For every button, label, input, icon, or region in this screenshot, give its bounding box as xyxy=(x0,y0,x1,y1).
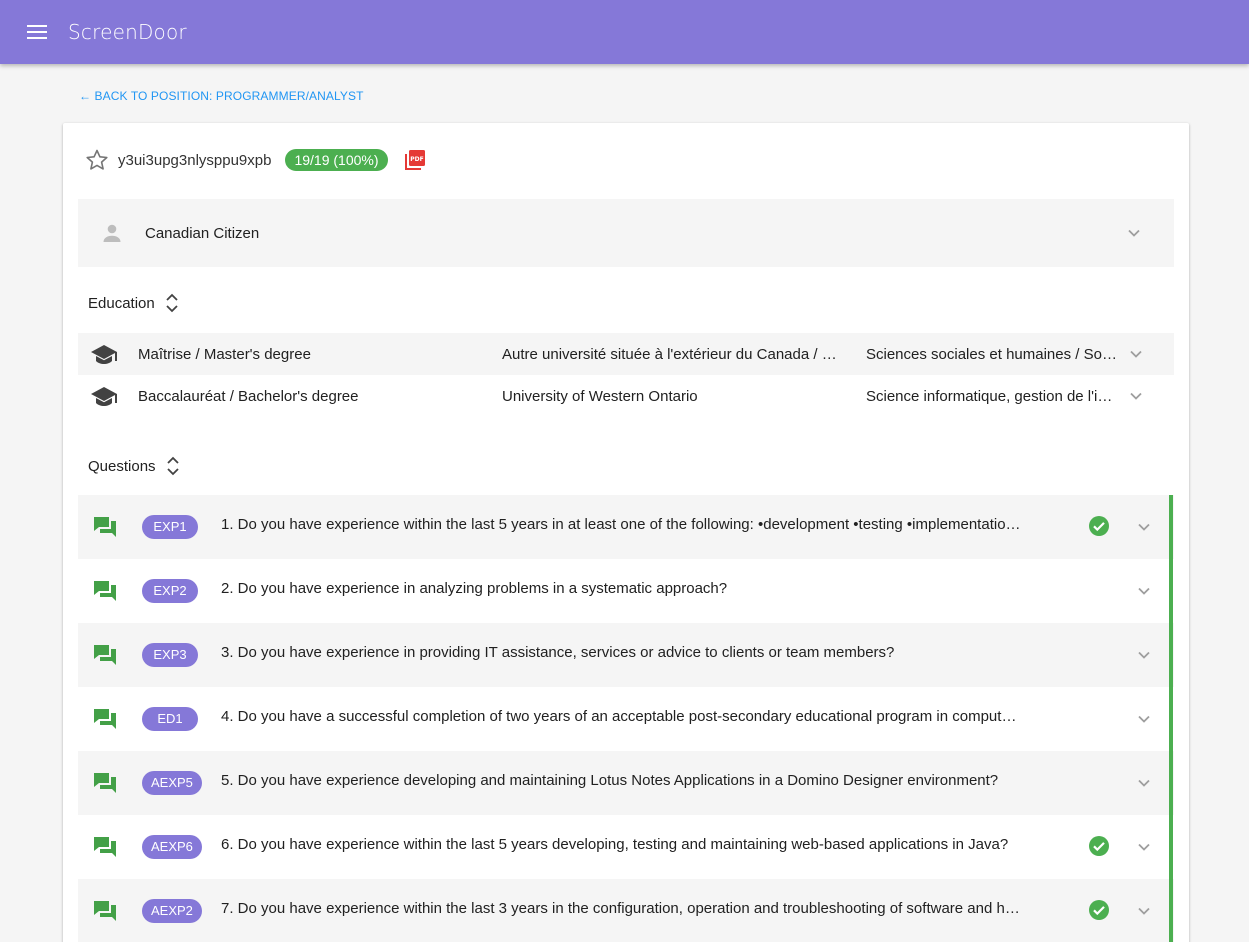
applicant-card: y3ui3upg3nlysppu9xpb 19/19 (100%) PDF Ca… xyxy=(63,123,1189,942)
question-row[interactable]: EXP1 1. Do you have experience within th… xyxy=(78,495,1174,559)
pdf-icon[interactable]: PDF xyxy=(404,149,426,171)
star-icon[interactable] xyxy=(85,148,109,172)
education-field: Sciences sociales et humaines / Social s… xyxy=(866,345,1118,363)
forum-icon xyxy=(94,901,116,921)
question-code-chip: EXP2 xyxy=(142,579,198,603)
education-institution: Autre université située à l'extérieur du… xyxy=(502,345,847,363)
chevron-down-icon[interactable] xyxy=(1134,709,1154,729)
applicant-id: y3ui3upg3nlysppu9xpb xyxy=(118,151,272,169)
app-logo[interactable]: ScreenDoor xyxy=(68,20,187,44)
education-section-title: Education xyxy=(88,292,181,314)
check-circle-icon xyxy=(1089,900,1109,920)
applicant-header: y3ui3upg3nlysppu9xpb 19/19 (100%) PDF xyxy=(85,147,426,173)
question-row[interactable]: AEXP2 7. Do you have experience within t… xyxy=(78,879,1174,942)
completion-indicator-bar xyxy=(1169,495,1173,942)
app-bar: ScreenDoor xyxy=(0,0,1249,64)
question-row[interactable]: ED1 4. Do you have a successful completi… xyxy=(78,687,1174,751)
chevron-down-icon[interactable] xyxy=(1134,517,1154,537)
check-circle-icon xyxy=(1089,836,1109,856)
question-row[interactable]: EXP3 3. Do you have experience in provid… xyxy=(78,623,1174,687)
question-code-chip: ED1 xyxy=(142,707,198,731)
question-text: 6. Do you have experience within the las… xyxy=(221,836,1009,853)
forum-icon xyxy=(94,837,116,857)
question-text: 2. Do you have experience in analyzing p… xyxy=(221,580,728,597)
forum-icon xyxy=(94,773,116,793)
question-text: 3. Do you have experience in providing I… xyxy=(221,644,895,661)
forum-icon xyxy=(94,517,116,537)
person-icon xyxy=(103,224,121,242)
question-code-chip: AEXP5 xyxy=(142,771,202,795)
citizenship-label: Canadian Citizen xyxy=(145,224,260,242)
chevron-down-icon[interactable] xyxy=(1126,386,1146,406)
chevron-down-icon[interactable] xyxy=(1134,773,1154,793)
chevron-down-icon[interactable] xyxy=(1134,645,1154,665)
question-text: 4. Do you have a successful completion o… xyxy=(221,708,1021,725)
citizenship-panel[interactable]: Canadian Citizen xyxy=(78,199,1174,267)
education-row[interactable]: Maîtrise / Master's degree Autre univers… xyxy=(78,333,1174,375)
question-code-chip: EXP3 xyxy=(142,643,198,667)
questions-section-title: Questions xyxy=(88,455,182,477)
graduation-cap-icon xyxy=(91,345,117,364)
forum-icon xyxy=(94,581,116,601)
education-row[interactable]: Baccalauréat / Bachelor's degree Univers… xyxy=(78,375,1174,417)
questions-list: EXP1 1. Do you have experience within th… xyxy=(78,495,1174,942)
questions-title: Questions xyxy=(88,457,156,475)
chevron-down-icon[interactable] xyxy=(1134,837,1154,857)
question-code-chip: EXP1 xyxy=(142,515,198,539)
svg-text:PDF: PDF xyxy=(410,156,423,163)
question-row[interactable]: AEXP5 5. Do you have experience developi… xyxy=(78,751,1174,815)
question-text: 5. Do you have experience developing and… xyxy=(221,772,999,789)
chevron-down-icon[interactable] xyxy=(1124,223,1144,243)
education-institution: University of Western Ontario xyxy=(502,387,698,405)
score-badge: 19/19 (100%) xyxy=(285,149,388,171)
forum-icon xyxy=(94,645,116,665)
education-degree: Maîtrise / Master's degree xyxy=(138,345,311,363)
question-row[interactable]: EXP2 2. Do you have experience in analyz… xyxy=(78,559,1174,623)
chevron-down-icon[interactable] xyxy=(1134,581,1154,601)
menu-button[interactable] xyxy=(17,12,57,52)
question-text: 7. Do you have experience within the las… xyxy=(221,900,1021,917)
unfold-icon[interactable] xyxy=(163,292,181,314)
chevron-down-icon[interactable] xyxy=(1126,344,1146,364)
question-row[interactable]: AEXP6 6. Do you have experience within t… xyxy=(78,815,1174,879)
hamburger-menu-icon xyxy=(27,25,47,39)
question-text: 1. Do you have experience within the las… xyxy=(221,516,1021,533)
question-code-chip: AEXP6 xyxy=(142,835,202,859)
back-to-position-link[interactable]: ← BACK TO POSITION: PROGRAMMER/ANALYST xyxy=(79,89,364,103)
education-field: Science informatique, gestion de l'infor… xyxy=(866,387,1118,405)
education-degree: Baccalauréat / Bachelor's degree xyxy=(138,387,359,405)
question-code-chip: AEXP2 xyxy=(142,899,202,923)
unfold-icon[interactable] xyxy=(164,455,182,477)
education-title: Education xyxy=(88,294,155,312)
chevron-down-icon[interactable] xyxy=(1134,901,1154,921)
graduation-cap-icon xyxy=(91,387,117,406)
forum-icon xyxy=(94,709,116,729)
check-circle-icon xyxy=(1089,516,1109,536)
